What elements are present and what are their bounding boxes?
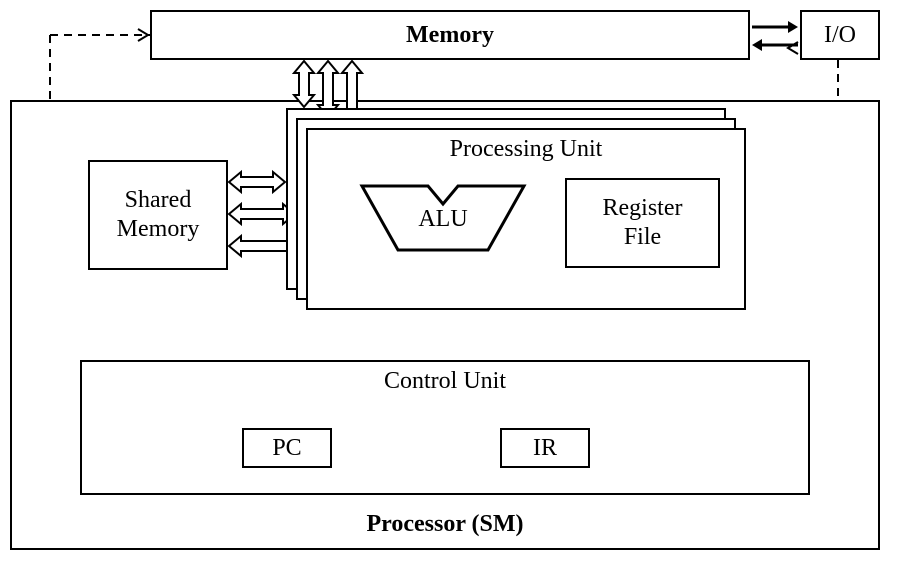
mem-pu-arrow-1	[294, 61, 314, 107]
ir-label: IR	[533, 435, 557, 462]
memory-io-arrow-right	[752, 20, 798, 34]
processor-label: Processor (SM)	[366, 511, 523, 538]
control-unit-box: Control Unit	[80, 360, 810, 495]
io-label: I/O	[824, 22, 856, 49]
memory-label: Memory	[406, 22, 494, 49]
shared-memory-box: Shared Memory	[88, 160, 228, 270]
alu-label: ALU	[418, 206, 467, 233]
io-box: I/O	[800, 10, 880, 60]
shared-memory-label: Shared Memory	[117, 186, 200, 244]
register-file-box: Register File	[565, 178, 720, 268]
register-file-label: Register File	[603, 194, 683, 252]
control-unit-label: Control Unit	[384, 368, 506, 395]
memory-io-arrow-left	[752, 38, 798, 52]
memory-box: Memory	[150, 10, 750, 60]
pc-box: PC	[242, 428, 332, 468]
sm-pu-arrow-1	[229, 172, 285, 192]
pc-label: PC	[272, 435, 301, 462]
ir-box: IR	[500, 428, 590, 468]
alu-shape: ALU	[358, 182, 528, 254]
processing-unit-label: Processing Unit	[308, 136, 744, 163]
